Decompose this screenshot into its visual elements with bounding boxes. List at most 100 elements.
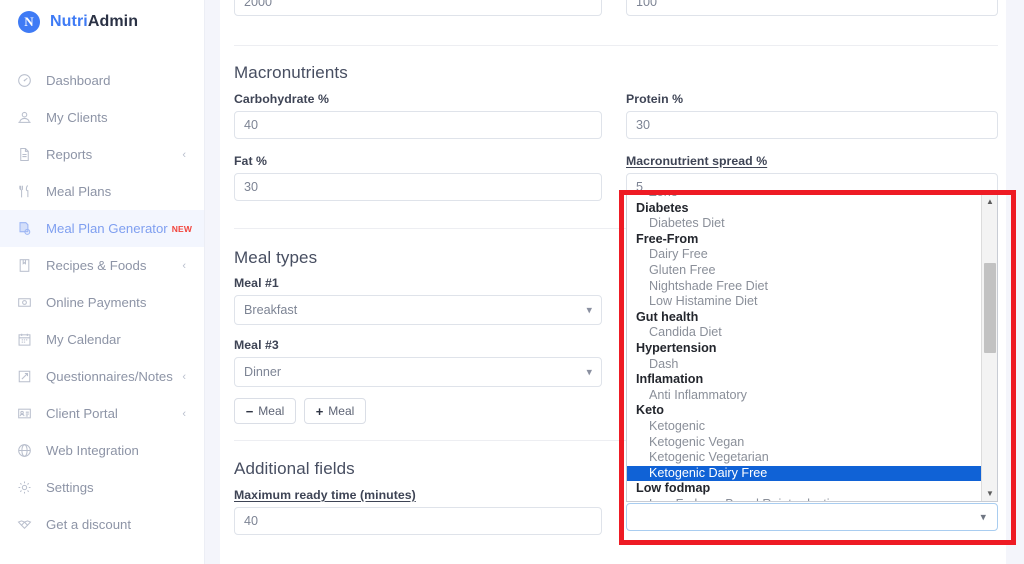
fat-input[interactable]: [234, 173, 602, 201]
macronutrients-section-title: Macronutrients: [234, 63, 348, 82]
chevron-left-icon[interactable]: ‹: [182, 260, 186, 272]
list-group-header: Free-From: [636, 231, 699, 246]
sidebar-item-label: My Clients: [46, 110, 108, 125]
list-item[interactable]: Gluten Free: [627, 263, 981, 279]
list-item-selected[interactable]: Ketogenic Dairy Free: [627, 465, 981, 482]
meal-3-select[interactable]: Dinner: [234, 357, 602, 387]
meal-1-select[interactable]: Breakfast: [234, 295, 602, 325]
app-screen: N NutriAdmin Dashboard My Clients Report…: [0, 0, 1024, 564]
brand-title: NutriAdmin: [50, 13, 138, 31]
chevron-left-icon[interactable]: ‹: [182, 149, 186, 161]
additional-fields-section-title: Additional fields: [234, 459, 355, 478]
gear-icon: [12, 480, 36, 495]
add-meal-label: Meal: [328, 404, 355, 418]
sidebar-item-dashboard[interactable]: Dashboard: [0, 62, 204, 99]
meal-3-label: Meal #3: [234, 338, 279, 352]
sidebar-item-get-a-discount[interactable]: Get a discount: [0, 506, 204, 543]
list-item[interactable]: Dairy Free: [627, 247, 981, 263]
remove-meal-button[interactable]: − Meal: [234, 398, 296, 424]
brand-logo[interactable]: N NutriAdmin: [0, 0, 204, 44]
meal-generator-icon: [12, 221, 36, 236]
add-meal-button[interactable]: + Meal: [304, 398, 366, 424]
section-divider-top: [234, 45, 998, 46]
list-item[interactable]: Candida Diet: [627, 325, 981, 341]
scroll-up-arrow-icon[interactable]: ▲: [982, 193, 997, 209]
list-group-header: Diabetes: [636, 200, 689, 215]
sidebar-item-label: Settings: [46, 480, 94, 495]
meal-1-label: Meal #1: [234, 276, 279, 290]
list-item[interactable]: Ketogenic Vegan: [627, 435, 981, 451]
sidebar-item-my-clients[interactable]: My Clients: [0, 99, 204, 136]
list-item[interactable]: Zone: [627, 193, 981, 201]
sidebar-item-settings[interactable]: Settings: [0, 469, 204, 506]
list-item[interactable]: Anti Inflammatory: [627, 388, 981, 404]
list-item[interactable]: Diabetes Diet: [627, 216, 981, 232]
list-group-header: Keto: [636, 403, 664, 418]
sidebar-nav: Dashboard My Clients Reports ‹ Meal Plan…: [0, 62, 204, 543]
sidebar-item-web-integration[interactable]: Web Integration: [0, 432, 204, 469]
chevron-left-icon[interactable]: ‹: [182, 408, 186, 420]
calories-input[interactable]: [234, 0, 602, 16]
list-group-header: Low fodmap: [636, 481, 711, 496]
diet-dropdown-listbox[interactable]: Zone Diabetes Diabetes Diet Free-From Da…: [626, 192, 998, 502]
cutlery-icon: [12, 184, 36, 199]
sidebar-item-recipes-foods[interactable]: Recipes & Foods ‹: [0, 247, 204, 284]
list-item[interactable]: Nightshade Free Diet: [627, 279, 981, 295]
protein-label: Protein %: [626, 92, 684, 106]
sidebar-item-meal-plan-generator[interactable]: Meal Plan Generator NEW: [0, 210, 204, 247]
brand-title-part1: Nutri: [50, 13, 88, 30]
sidebar-item-online-payments[interactable]: Online Payments: [0, 284, 204, 321]
nutriadmin-logo-icon: N: [18, 11, 40, 33]
calories-secondary-input[interactable]: [626, 0, 998, 16]
maximum-ready-time-input[interactable]: [234, 507, 602, 535]
list-group-header: Gut health: [636, 309, 699, 324]
remove-meal-label: Meal: [258, 404, 285, 418]
chevron-left-icon[interactable]: ‹: [182, 371, 186, 383]
id-card-icon: [12, 406, 36, 421]
list-item[interactable]: Low Fodmap Bread Reintroduction: [627, 497, 981, 501]
list-item[interactable]: Ketogenic Vegetarian: [627, 450, 981, 466]
diet-dropdown-scroll-content: Zone Diabetes Diabetes Diet Free-From Da…: [627, 193, 981, 501]
pencil-square-icon: [12, 369, 36, 384]
diet-dropdown-options: Zone Diabetes Diabetes Diet Free-From Da…: [627, 193, 981, 501]
list-item[interactable]: Dash: [627, 357, 981, 373]
dropdown-scrollbar[interactable]: ▲ ▼: [981, 193, 997, 501]
fat-label: Fat %: [234, 154, 268, 168]
carbohydrate-input[interactable]: [234, 111, 602, 139]
new-badge: NEW: [171, 223, 193, 234]
meal-count-buttons: − Meal + Meal: [234, 398, 366, 424]
sidebar-item-label: Recipes & Foods: [46, 258, 147, 273]
speedometer-icon: [12, 73, 36, 88]
carbohydrate-label: Carbohydrate %: [234, 92, 329, 106]
maximum-ready-time-label: Maximum ready time (minutes): [234, 488, 416, 502]
list-group-header: Inflamation: [636, 372, 704, 387]
scroll-down-arrow-icon[interactable]: ▼: [982, 485, 997, 501]
meal-1-select-wrapper[interactable]: Breakfast ▾: [234, 295, 602, 325]
sidebar-item-label: Get a discount: [46, 517, 132, 532]
sidebar-item-label: Meal Plan Generator: [46, 221, 168, 236]
plus-icon: +: [315, 403, 324, 419]
diet-select-field[interactable]: ▾: [626, 503, 998, 531]
macronutrient-spread-label: Macronutrient spread %: [626, 154, 768, 168]
meal-3-select-wrapper[interactable]: Dinner ▾: [234, 357, 602, 387]
sidebar-item-reports[interactable]: Reports ‹: [0, 136, 204, 173]
protein-input[interactable]: [626, 111, 998, 139]
sidebar-item-label: Web Integration: [46, 443, 139, 458]
meal-types-section-title: Meal types: [234, 248, 318, 267]
money-icon: [12, 295, 36, 310]
list-item[interactable]: Low Histamine Diet: [627, 294, 981, 310]
main-content-card: Macronutrients Carbohydrate % Protein % …: [220, 0, 1006, 564]
sidebar-item-client-portal[interactable]: Client Portal ‹: [0, 395, 204, 432]
sidebar-item-meal-plans[interactable]: Meal Plans: [0, 173, 204, 210]
sidebar-item-questionnaires-notes[interactable]: Questionnaires/Notes ‹: [0, 358, 204, 395]
scrollbar-thumb[interactable]: [984, 263, 996, 353]
sidebar-item-my-calendar[interactable]: My Calendar: [0, 321, 204, 358]
brand-title-part2: Admin: [87, 13, 139, 30]
sidebar-item-label: Online Payments: [46, 295, 147, 310]
sidebar-item-label: Dashboard: [46, 73, 111, 88]
chevron-down-icon: ▾: [980, 511, 986, 524]
list-group-header: Hypertension: [636, 340, 717, 355]
document-icon: [12, 147, 36, 162]
list-item[interactable]: Ketogenic: [627, 419, 981, 435]
sidebar-item-label: Meal Plans: [46, 184, 112, 199]
